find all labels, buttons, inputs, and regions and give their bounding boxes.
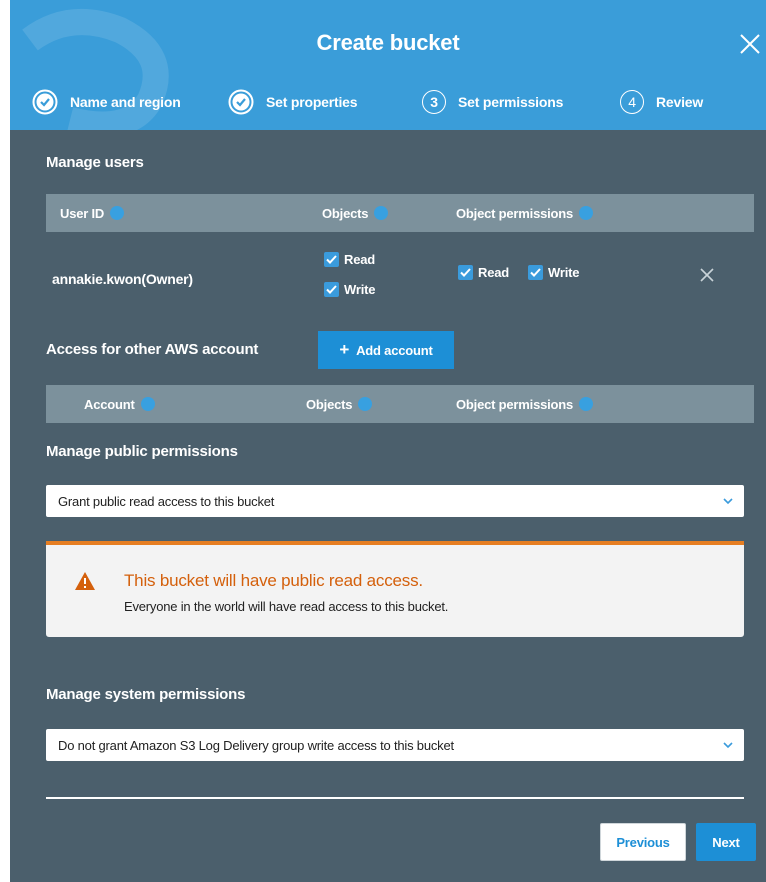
step-review[interactable]: 4 Review [620, 88, 703, 116]
checkbox-label: Read [478, 265, 509, 280]
public-permissions-title: Manage public permissions [46, 443, 238, 460]
public-access-alert: This bucket will have public read access… [46, 541, 744, 637]
objects-header: Objects [306, 385, 373, 423]
account-header: Account [84, 385, 155, 423]
checkmark-icon [324, 282, 339, 297]
alert-title: This bucket will have public read access… [124, 571, 423, 590]
manage-users-title: Manage users [46, 154, 144, 171]
objects-read-checkbox[interactable]: Read [324, 252, 375, 267]
object-permissions-header: Object permissions [456, 194, 594, 232]
objects-header-label: Objects [306, 396, 353, 412]
create-bucket-dialog: Create bucket Name and region Set proper… [10, 0, 766, 882]
close-icon[interactable] [738, 32, 762, 56]
users-table-header: User ID Objects Object permissions [46, 194, 754, 232]
checkmark-icon [324, 252, 339, 267]
info-icon[interactable] [358, 397, 373, 411]
next-button[interactable]: Next [696, 823, 756, 861]
objects-write-checkbox[interactable]: Write [324, 282, 375, 297]
objects-header-label: Objects [322, 205, 369, 221]
system-permissions-title: Manage system permissions [46, 686, 246, 703]
add-account-label: Add account [356, 342, 433, 358]
info-icon[interactable] [140, 397, 155, 411]
step-name-and-region[interactable]: Name and region [32, 88, 181, 116]
info-icon[interactable] [374, 206, 389, 220]
footer-divider [46, 797, 744, 799]
previous-button[interactable]: Previous [600, 823, 686, 861]
dialog-header: Create bucket Name and region Set proper… [10, 0, 766, 130]
objects-header: Objects [322, 194, 389, 232]
other-accounts-title: Access for other AWS account [46, 341, 259, 358]
checkbox-label: Write [548, 265, 580, 280]
step-label: Name and region [70, 94, 181, 110]
plus-icon: + [339, 340, 350, 359]
step-label: Set properties [266, 94, 358, 110]
step-label: Review [656, 94, 704, 110]
step-set-permissions[interactable]: 3 Set permissions [422, 88, 563, 116]
chevron-down-icon [723, 742, 733, 749]
dialog-title: Create bucket [316, 30, 460, 55]
system-permissions-select[interactable]: Do not grant Amazon S3 Log Delivery grou… [46, 729, 744, 761]
permissions-read-checkbox[interactable]: Read [458, 265, 509, 280]
step-label: Set permissions [458, 94, 564, 110]
info-icon[interactable] [110, 206, 125, 220]
object-permissions-header: Object permissions [456, 385, 594, 423]
account-header-label: Account [84, 396, 135, 412]
check-circle-icon [32, 89, 58, 115]
checkmark-icon [528, 265, 543, 280]
user-id-header: User ID [60, 194, 125, 232]
system-permissions-value: Do not grant Amazon S3 Log Delivery grou… [58, 737, 454, 753]
checkmark-icon [458, 265, 473, 280]
public-permissions-select[interactable]: Grant public read access to this bucket [46, 485, 744, 517]
object-permissions-header-label: Object permissions [456, 396, 574, 412]
info-icon[interactable] [579, 206, 594, 220]
add-account-button[interactable]: + Add account [318, 331, 454, 369]
warning-icon [75, 572, 95, 590]
step-number: 4 [620, 90, 644, 114]
info-icon[interactable] [579, 397, 594, 411]
step-number: 3 [422, 90, 446, 114]
object-permissions-header-label: Object permissions [456, 205, 574, 221]
remove-user-icon[interactable] [700, 268, 714, 282]
checkbox-label: Write [344, 282, 376, 297]
check-circle-icon [228, 89, 254, 115]
alert-message: Everyone in the world will have read acc… [124, 599, 449, 614]
accounts-table-header: Account Objects Object permissions [46, 385, 754, 423]
permissions-write-checkbox[interactable]: Write [528, 265, 579, 280]
chevron-down-icon [723, 498, 733, 505]
checkbox-label: Read [344, 252, 375, 267]
user-id-header-label: User ID [60, 205, 105, 221]
user-id-cell: annakie.kwon(Owner) [52, 271, 193, 287]
public-permissions-value: Grant public read access to this bucket [58, 493, 275, 509]
step-set-properties[interactable]: Set properties [228, 88, 358, 116]
